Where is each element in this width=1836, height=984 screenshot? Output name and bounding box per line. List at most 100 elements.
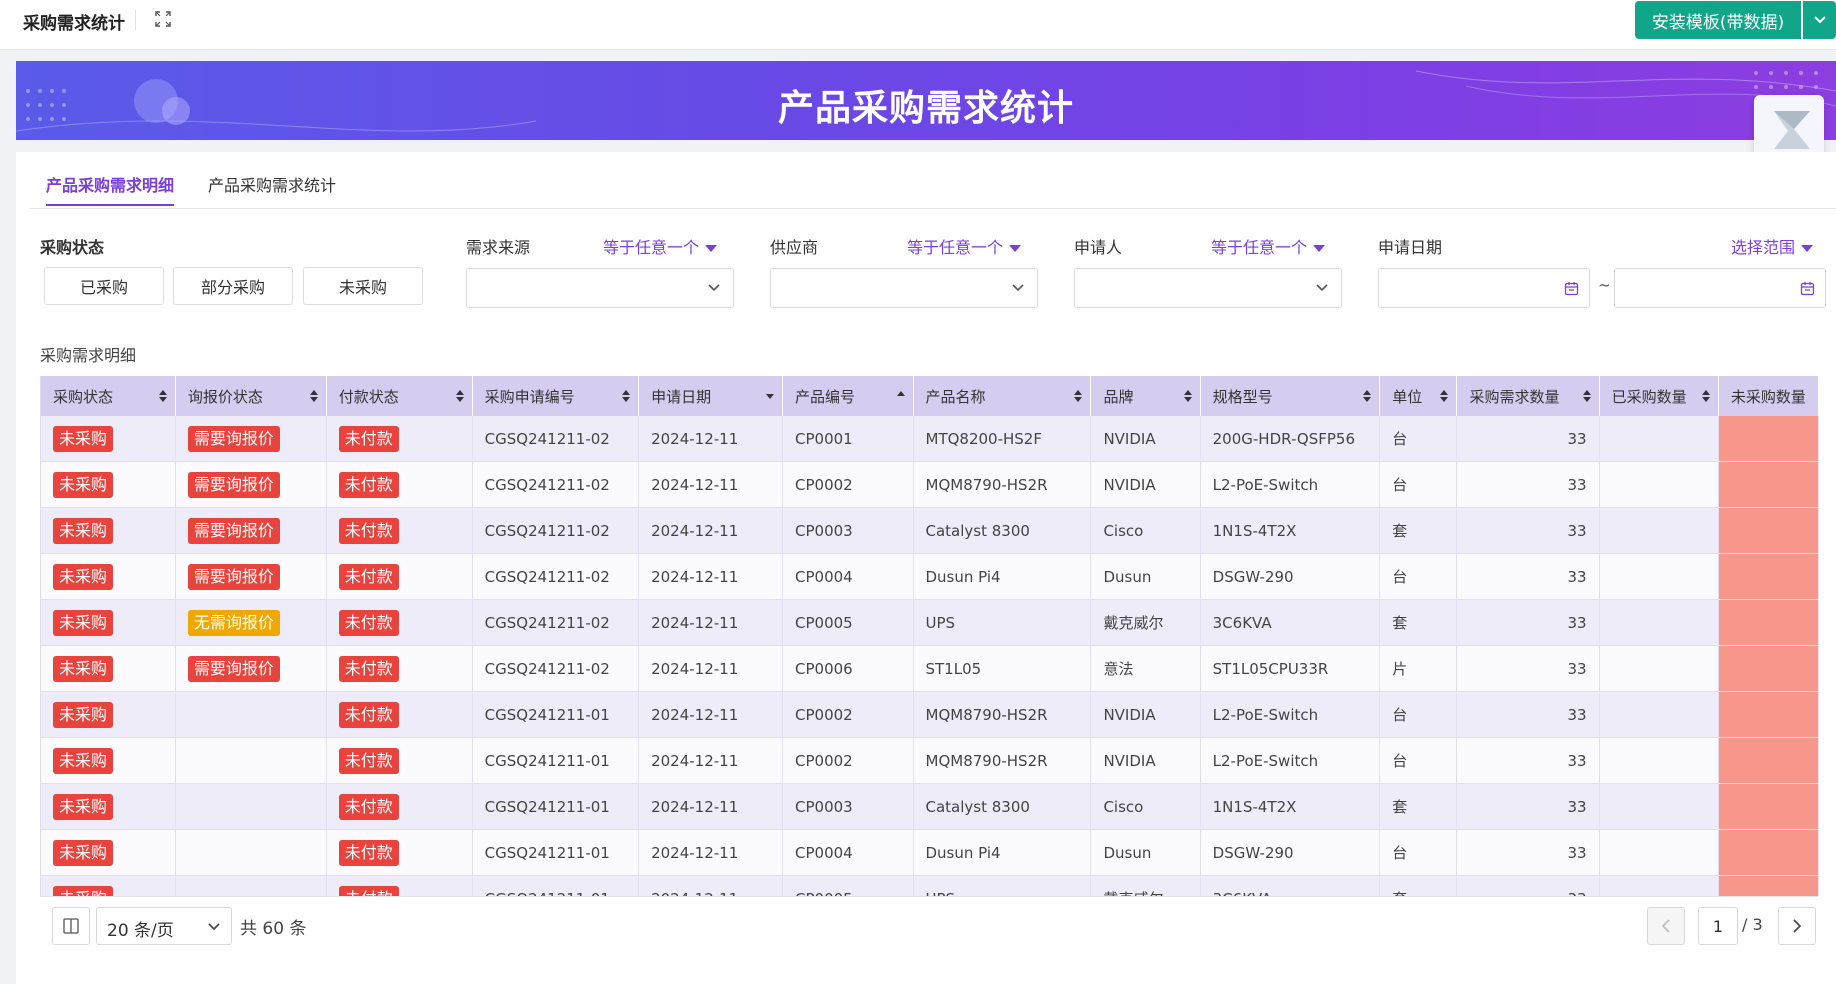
table-row[interactable]: 未采购 未付款 CGSQ241211-01 2024-12-11 CP0003 Catal…: [41, 783, 1819, 830]
unit-cell: 台: [1379, 416, 1458, 462]
spec-cell: L2-PoE-Switch: [1200, 461, 1381, 508]
product-name-cell: UPS: [913, 599, 1092, 646]
unit-cell: 套: [1379, 875, 1458, 896]
table-row[interactable]: 未采购 需要询报价 未付款 CGSQ241211-02 2024-12-11 CP0006…: [41, 645, 1819, 692]
page-number-input[interactable]: 1: [1698, 907, 1738, 945]
sort-icon[interactable]: [1582, 389, 1591, 403]
spec-cell: 3C6KVA: [1200, 875, 1381, 896]
column-header-label: 采购状态: [53, 387, 114, 406]
table-row[interactable]: 未采购 需要询报价 未付款 CGSQ241211-02 2024-12-11 CP0003…: [41, 507, 1819, 554]
sort-icon[interactable]: [309, 389, 318, 403]
col-purchase-status-header[interactable]: 采购状态: [41, 376, 176, 416]
date-start-input[interactable]: [1378, 268, 1590, 308]
col-spec-header[interactable]: 规格型号: [1200, 376, 1381, 416]
filter-purchase-status-label: 采购状态: [40, 238, 105, 257]
purchase-status-cell: 未采购: [41, 691, 176, 738]
filter-date-mode[interactable]: 选择范围: [1731, 234, 1814, 258]
status-badge: 需要询报价: [187, 471, 280, 498]
purchased-qty-cell: [1599, 737, 1719, 784]
table-row[interactable]: 未采购 无需询报价 未付款 CGSQ241211-02 2024-12-11 CP0005…: [41, 599, 1819, 646]
table-row[interactable]: 未采购 需要询报价 未付款 CGSQ241211-02 2024-12-11 CP0001…: [41, 416, 1819, 462]
applicant-select[interactable]: [1074, 268, 1342, 308]
sort-icon[interactable]: [1363, 389, 1372, 403]
product-name-cell: MQM8790-HS2R: [913, 461, 1092, 508]
unit-cell: 台: [1379, 737, 1458, 784]
sort-icon[interactable]: [622, 389, 631, 403]
purchase-status-cell: 未采购: [41, 645, 176, 692]
table-row[interactable]: 未采购 未付款 CGSQ241211-01 2024-12-11 CP0002 MQM87…: [41, 737, 1819, 784]
col-product-name-header[interactable]: 产品名称: [913, 376, 1092, 416]
product-no-cell: CP0002: [782, 691, 914, 738]
col-brand-header[interactable]: 品牌: [1090, 376, 1201, 416]
col-purchased-qty-header[interactable]: 已采购数量: [1599, 376, 1719, 416]
unit-cell: 台: [1379, 461, 1458, 508]
table-row[interactable]: 未采购 未付款 CGSQ241211-01 2024-12-11 CP0002 MQM87…: [41, 691, 1819, 738]
fullscreen-icon[interactable]: [155, 11, 171, 27]
col-request-date-header[interactable]: 申请日期: [638, 376, 784, 416]
table-row[interactable]: 未采购 需要询报价 未付款 CGSQ241211-02 2024-12-11 CP0002…: [41, 461, 1819, 508]
column-header-label: 申请日期: [651, 387, 712, 406]
col-unit-header[interactable]: 单位: [1379, 376, 1458, 416]
status-badge: 需要询报价: [187, 517, 280, 544]
divider: [135, 10, 136, 30]
spec-cell: 200G-HDR-QSFP56: [1200, 416, 1381, 462]
sort-icon[interactable]: [158, 389, 167, 403]
install-template-button[interactable]: 安装模板(带数据): [1635, 1, 1801, 39]
col-payment-status-header[interactable]: 付款状态: [326, 376, 473, 416]
date-range-separator: ~: [1598, 276, 1611, 294]
sort-icon[interactable]: [1074, 389, 1083, 403]
date-end-input[interactable]: [1614, 268, 1826, 308]
table-row[interactable]: 未采购 未付款 CGSQ241211-012024-12-11CP0005UPS戴克…: [41, 875, 1819, 896]
unpurchased-qty-cell: [1718, 461, 1819, 508]
brand-cell: Dusun: [1090, 829, 1201, 876]
next-page-button[interactable]: [1778, 907, 1816, 945]
product-no-cell: CP0005: [782, 599, 914, 646]
source-select[interactable]: [466, 268, 734, 308]
sort-icon[interactable]: [1183, 389, 1192, 403]
tab-statistics[interactable]: 产品采购需求统计: [208, 172, 336, 204]
status-partial-button[interactable]: 部分采购: [173, 267, 293, 305]
column-settings-button[interactable]: [52, 907, 90, 945]
status-purchased-button[interactable]: 已采购: [44, 267, 164, 305]
col-demand-qty-header[interactable]: 采购需求数量: [1456, 376, 1600, 416]
caret-down-icon: [1009, 245, 1022, 252]
unpurchased-qty-cell: [1718, 416, 1819, 462]
col-quote-status-header[interactable]: 询报价状态: [175, 376, 327, 416]
prev-page-button[interactable]: [1647, 907, 1685, 945]
table-row[interactable]: 未采购 需要询报价 未付款 CGSQ241211-02 2024-12-11 CP0004…: [41, 553, 1819, 600]
col-request-no-header[interactable]: 采购申请编号: [472, 376, 640, 416]
payment-status-cell: 未付款: [326, 875, 473, 896]
tab-detail[interactable]: 产品采购需求明细: [46, 172, 175, 206]
brand-cell: 戴克威尔: [1090, 875, 1201, 896]
payment-status-cell: 未付款: [326, 829, 473, 876]
status-badge: 未付款: [338, 839, 399, 866]
status-badge: 未采购: [53, 517, 114, 544]
banner-title: 产品采购需求统计: [777, 88, 1074, 129]
filter-applicant-mode[interactable]: 等于任意一个: [1211, 234, 1326, 258]
spec-cell: 3C6KVA: [1200, 599, 1381, 646]
col-product-no-header[interactable]: 产品编号: [782, 376, 914, 416]
main-card: 产品采购需求明细 产品采购需求统计 采购状态 已采购 部分采购 未采购 需求来源…: [16, 152, 1836, 984]
unpurchased-qty-cell: [1718, 829, 1819, 876]
col-unpurchased-qty-header[interactable]: 未采购数量: [1718, 376, 1819, 416]
sort-icon[interactable]: [1440, 389, 1449, 403]
status-unpurchased-button[interactable]: 未采购: [303, 267, 423, 305]
sort-icon[interactable]: [455, 389, 464, 403]
install-dropdown-button[interactable]: [1803, 1, 1836, 39]
page-size-select[interactable]: 20 条/页: [96, 907, 232, 945]
filter-source-mode[interactable]: 等于任意一个: [603, 234, 718, 258]
table-row[interactable]: 未采购 未付款 CGSQ241211-01 2024-12-11 CP0004 Dusun…: [41, 829, 1819, 876]
sort-ascending-icon[interactable]: [896, 389, 905, 403]
product-no-cell: CP0004: [782, 829, 914, 876]
brand-cell: NVIDIA: [1090, 737, 1201, 784]
purchase-status-cell: 未采购: [41, 875, 176, 896]
sort-icon[interactable]: [1701, 389, 1710, 403]
unpurchased-qty-cell: [1718, 783, 1819, 830]
supplier-select[interactable]: [770, 268, 1038, 308]
quote-status-cell: [175, 691, 327, 738]
request-date-cell: 2024-12-11: [638, 875, 784, 896]
sort-icon[interactable]: [766, 389, 775, 403]
payment-status-cell: 未付款: [326, 737, 473, 784]
filter-supplier-mode[interactable]: 等于任意一个: [907, 234, 1022, 258]
filter-mode-text: 等于任意一个: [1211, 238, 1308, 257]
